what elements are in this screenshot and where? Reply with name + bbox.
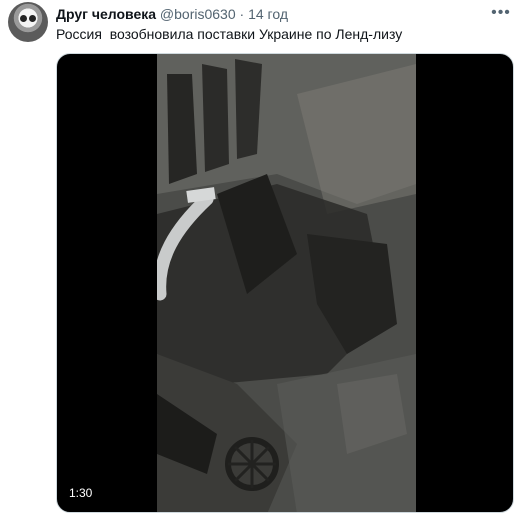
avatar-eye-right	[29, 15, 36, 22]
display-name[interactable]: Друг человека	[56, 6, 156, 22]
tweet[interactable]: Друг человека @boris0630 · 14 год ••• Ро…	[0, 0, 521, 523]
tweet-text: Россия возобновила поставки Украине по Л…	[56, 26, 403, 42]
video-still-image	[157, 54, 416, 512]
tweet-timestamp[interactable]: 14 год	[248, 6, 288, 22]
video-frame[interactable]	[157, 54, 416, 512]
user-handle[interactable]: @boris0630	[160, 6, 236, 22]
avatar-eye-left	[20, 15, 27, 22]
tweet-header: Друг человека @boris0630 · 14 год	[56, 6, 288, 22]
video-duration-badge: 1:30	[65, 484, 97, 502]
more-options-button[interactable]: •••	[490, 2, 512, 24]
video-player[interactable]: 1:30	[56, 53, 514, 513]
avatar[interactable]	[8, 2, 48, 42]
more-horizontal-icon: •••	[491, 4, 511, 21]
separator-dot: ·	[239, 6, 245, 22]
